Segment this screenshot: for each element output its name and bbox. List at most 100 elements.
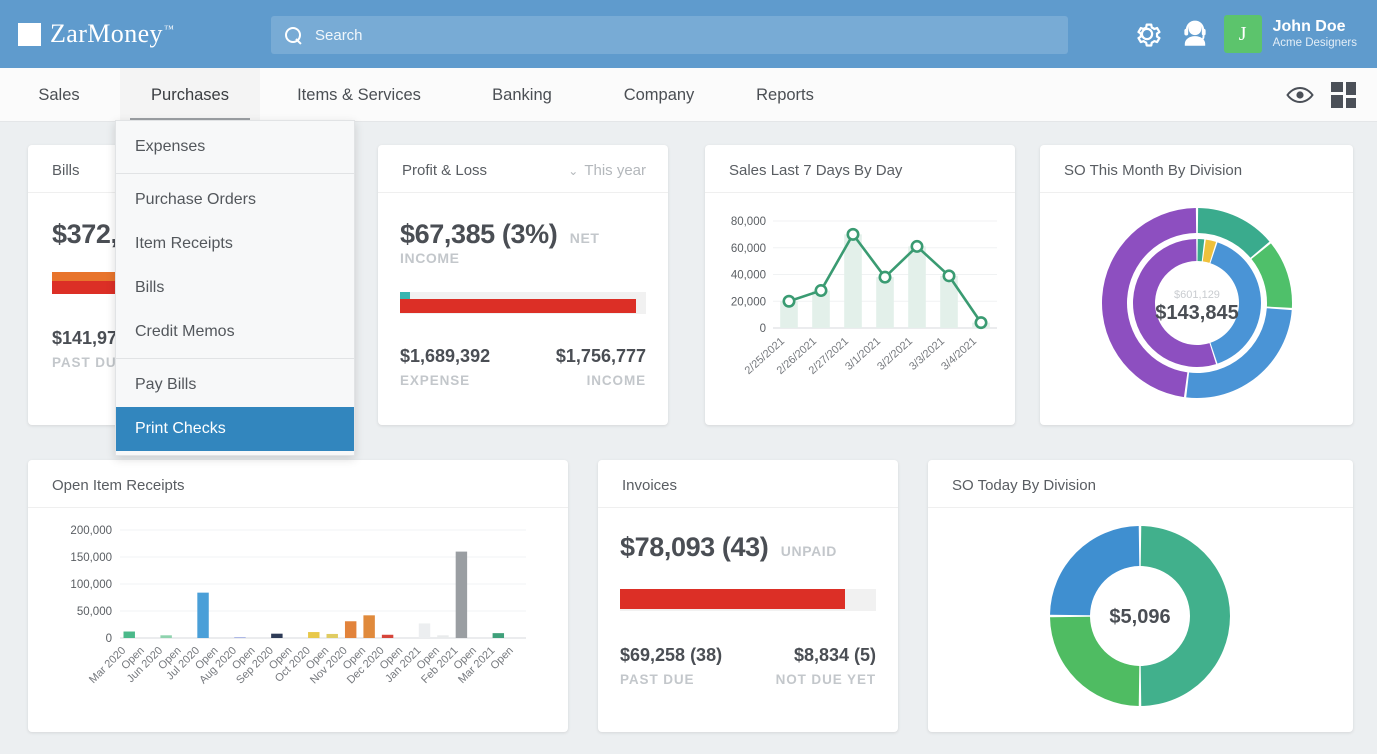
logo-square-icon: [18, 23, 41, 46]
card-title-profit-loss-text: Profit & Loss: [402, 162, 487, 179]
profit-loss-bar-red: [400, 299, 636, 313]
svg-text:20,000: 20,000: [731, 296, 766, 308]
user-organization: Acme Designers: [1273, 37, 1357, 50]
profit-loss-period-selector[interactable]: ⌄ This year: [568, 162, 646, 179]
nav-item-label: Banking: [492, 86, 552, 105]
dropdown-item-purchase-orders[interactable]: Purchase Orders: [116, 178, 354, 222]
profit-loss-income: $1,756,777 INCOME: [556, 346, 646, 388]
invoices-progress-track: [620, 589, 876, 611]
dropdown-item-label: Purchase Orders: [135, 191, 256, 209]
user-info[interactable]: John Doe Acme Designers: [1273, 18, 1357, 50]
avatar[interactable]: J: [1224, 15, 1262, 53]
so-today-donut-chart: $5,096: [928, 508, 1353, 726]
card-title-profit-loss: Profit & Loss ⌄ This year: [378, 145, 668, 193]
svg-text:60,000: 60,000: [731, 243, 766, 255]
svg-text:0: 0: [106, 633, 112, 645]
dropdown-item-bills[interactable]: Bills: [116, 266, 354, 310]
card-title-so-today: SO Today By Division: [928, 460, 1353, 508]
dropdown-item-label: Pay Bills: [135, 376, 196, 394]
nav-item-company[interactable]: Company: [600, 68, 718, 122]
card-open-item-receipts[interactable]: Open Item Receipts 0 50,000 100,000 150,000…: [28, 460, 568, 732]
svg-text:150,000: 150,000: [70, 552, 112, 564]
dropdown-item-label: Credit Memos: [135, 323, 235, 341]
nav-item-items-services[interactable]: Items & Services: [268, 68, 450, 122]
profit-loss-progress-track: [400, 292, 646, 314]
user-name: John Doe: [1273, 18, 1357, 36]
profit-loss-net-income-value: $67,385 (3%): [400, 219, 557, 249]
support-agent-icon[interactable]: [1178, 17, 1212, 51]
dropdown-item-credit-memos[interactable]: Credit Memos: [116, 310, 354, 354]
search-input[interactable]: Search: [271, 16, 1068, 54]
grid-layout-icon[interactable]: [1331, 82, 1359, 108]
svg-text:$143,845: $143,845: [1155, 302, 1238, 324]
card-title-open-item-receipts: Open Item Receipts: [28, 460, 568, 508]
purchases-dropdown-menu: Expenses Purchase Orders Item Receipts Bill…: [115, 120, 355, 456]
so-this-month-donut-chart: $601,129$143,845: [1040, 193, 1353, 418]
eye-icon[interactable]: [1286, 84, 1314, 106]
invoices-unpaid-value: $78,093 (43): [620, 532, 768, 562]
dropdown-item-label: Print Checks: [135, 420, 226, 438]
top-header-bar: ZarMoney™ Search J John Doe Acme Designe…: [0, 0, 1377, 68]
invoices-unpaid-label: UNPAID: [781, 543, 837, 559]
profit-loss-expense-label: EXPENSE: [400, 373, 490, 388]
dropdown-item-label: Expenses: [135, 138, 205, 156]
sales-last-7-days-chart: 020,00040,00060,00080,0002/25/20212/26/2…: [705, 193, 1015, 418]
nav-item-label: Sales: [38, 86, 79, 105]
svg-text:50,000: 50,000: [77, 606, 112, 618]
dropdown-item-expenses[interactable]: Expenses: [116, 125, 354, 169]
card-title-invoices: Invoices: [598, 460, 898, 508]
search-placeholder: Search: [315, 27, 363, 44]
search-icon: [285, 27, 302, 44]
invoices-not-due-label: NOT DUE YET: [776, 672, 876, 687]
gear-icon[interactable]: [1130, 17, 1164, 51]
card-profit-loss[interactable]: Profit & Loss ⌄This year $67,385 (3%) NE…: [378, 145, 668, 425]
svg-text:100,000: 100,000: [70, 579, 112, 591]
svg-text:$5,096: $5,096: [1109, 606, 1170, 628]
svg-text:$601,129: $601,129: [1174, 289, 1220, 301]
nav-item-reports[interactable]: Reports: [730, 68, 840, 122]
dropdown-item-item-receipts[interactable]: Item Receipts: [116, 222, 354, 266]
dropdown-item-label: Bills: [135, 279, 164, 297]
svg-text:0: 0: [760, 323, 766, 335]
invoices-bar-red: [620, 589, 845, 609]
invoices-past-due-value: $69,258 (38): [620, 645, 722, 666]
dropdown-group: Expenses: [116, 121, 354, 173]
svg-text:3/4/2021: 3/4/2021: [939, 335, 979, 373]
invoices-past-due-label: PAST DUE: [620, 672, 722, 687]
profit-loss-expense-value: $1,689,392: [400, 346, 490, 367]
card-so-today[interactable]: SO Today By Division $5,096: [928, 460, 1353, 732]
card-so-this-month[interactable]: SO This Month By Division $601,129$143,8…: [1040, 145, 1353, 425]
chevron-down-icon: ⌄: [568, 164, 578, 178]
card-title-sales-last-7-days: Sales Last 7 Days By Day: [705, 145, 1015, 193]
trademark-symbol: ™: [164, 24, 174, 35]
profit-loss-expense: $1,689,392 EXPENSE: [400, 346, 490, 388]
brand-logo[interactable]: ZarMoney™: [18, 19, 250, 49]
nav-right-actions: [1286, 68, 1359, 122]
invoices-past-due: $69,258 (38) PAST DUE: [620, 645, 722, 687]
nav-item-label: Purchases: [151, 86, 229, 105]
brand-name: ZarMoney™: [50, 19, 174, 49]
open-item-receipts-chart: 050,000100,000150,000200,000Mar 2020Open…: [28, 508, 568, 726]
svg-text:80,000: 80,000: [731, 216, 766, 228]
profit-loss-income-label: INCOME: [556, 373, 646, 388]
nav-item-label: Company: [624, 86, 695, 105]
card-sales-last-7-days[interactable]: Sales Last 7 Days By Day 0 20,000 40,000 60…: [705, 145, 1015, 425]
invoices-not-due-value: $8,834 (5): [776, 645, 876, 666]
nav-item-sales[interactable]: Sales: [20, 68, 98, 122]
nav-item-label: Reports: [756, 86, 814, 105]
dropdown-item-pay-bills[interactable]: Pay Bills: [116, 363, 354, 407]
dropdown-group: Purchase Orders Item Receipts Bills Credit …: [116, 174, 354, 358]
nav-item-purchases[interactable]: Purchases: [120, 68, 260, 122]
nav-item-label: Items & Services: [297, 86, 421, 105]
header-actions: J John Doe Acme Designers: [1130, 0, 1369, 68]
card-invoices[interactable]: Invoices $78,093 (43) UNPAID $69,258 (38…: [598, 460, 898, 732]
svg-text:40,000: 40,000: [731, 270, 766, 282]
nav-item-banking[interactable]: Banking: [470, 68, 574, 122]
invoices-not-due-yet: $8,834 (5) NOT DUE YET: [776, 645, 876, 687]
card-title-so-this-month: SO This Month By Division: [1040, 145, 1353, 193]
dropdown-group: Pay Bills Print Checks: [116, 359, 354, 455]
profit-loss-income-value: $1,756,777: [556, 346, 646, 367]
dropdown-item-print-checks[interactable]: Print Checks: [116, 407, 354, 451]
profit-loss-period-label: This year: [584, 162, 646, 179]
main-navigation: Sales Purchases Items & Services Banking Com…: [0, 68, 1377, 122]
